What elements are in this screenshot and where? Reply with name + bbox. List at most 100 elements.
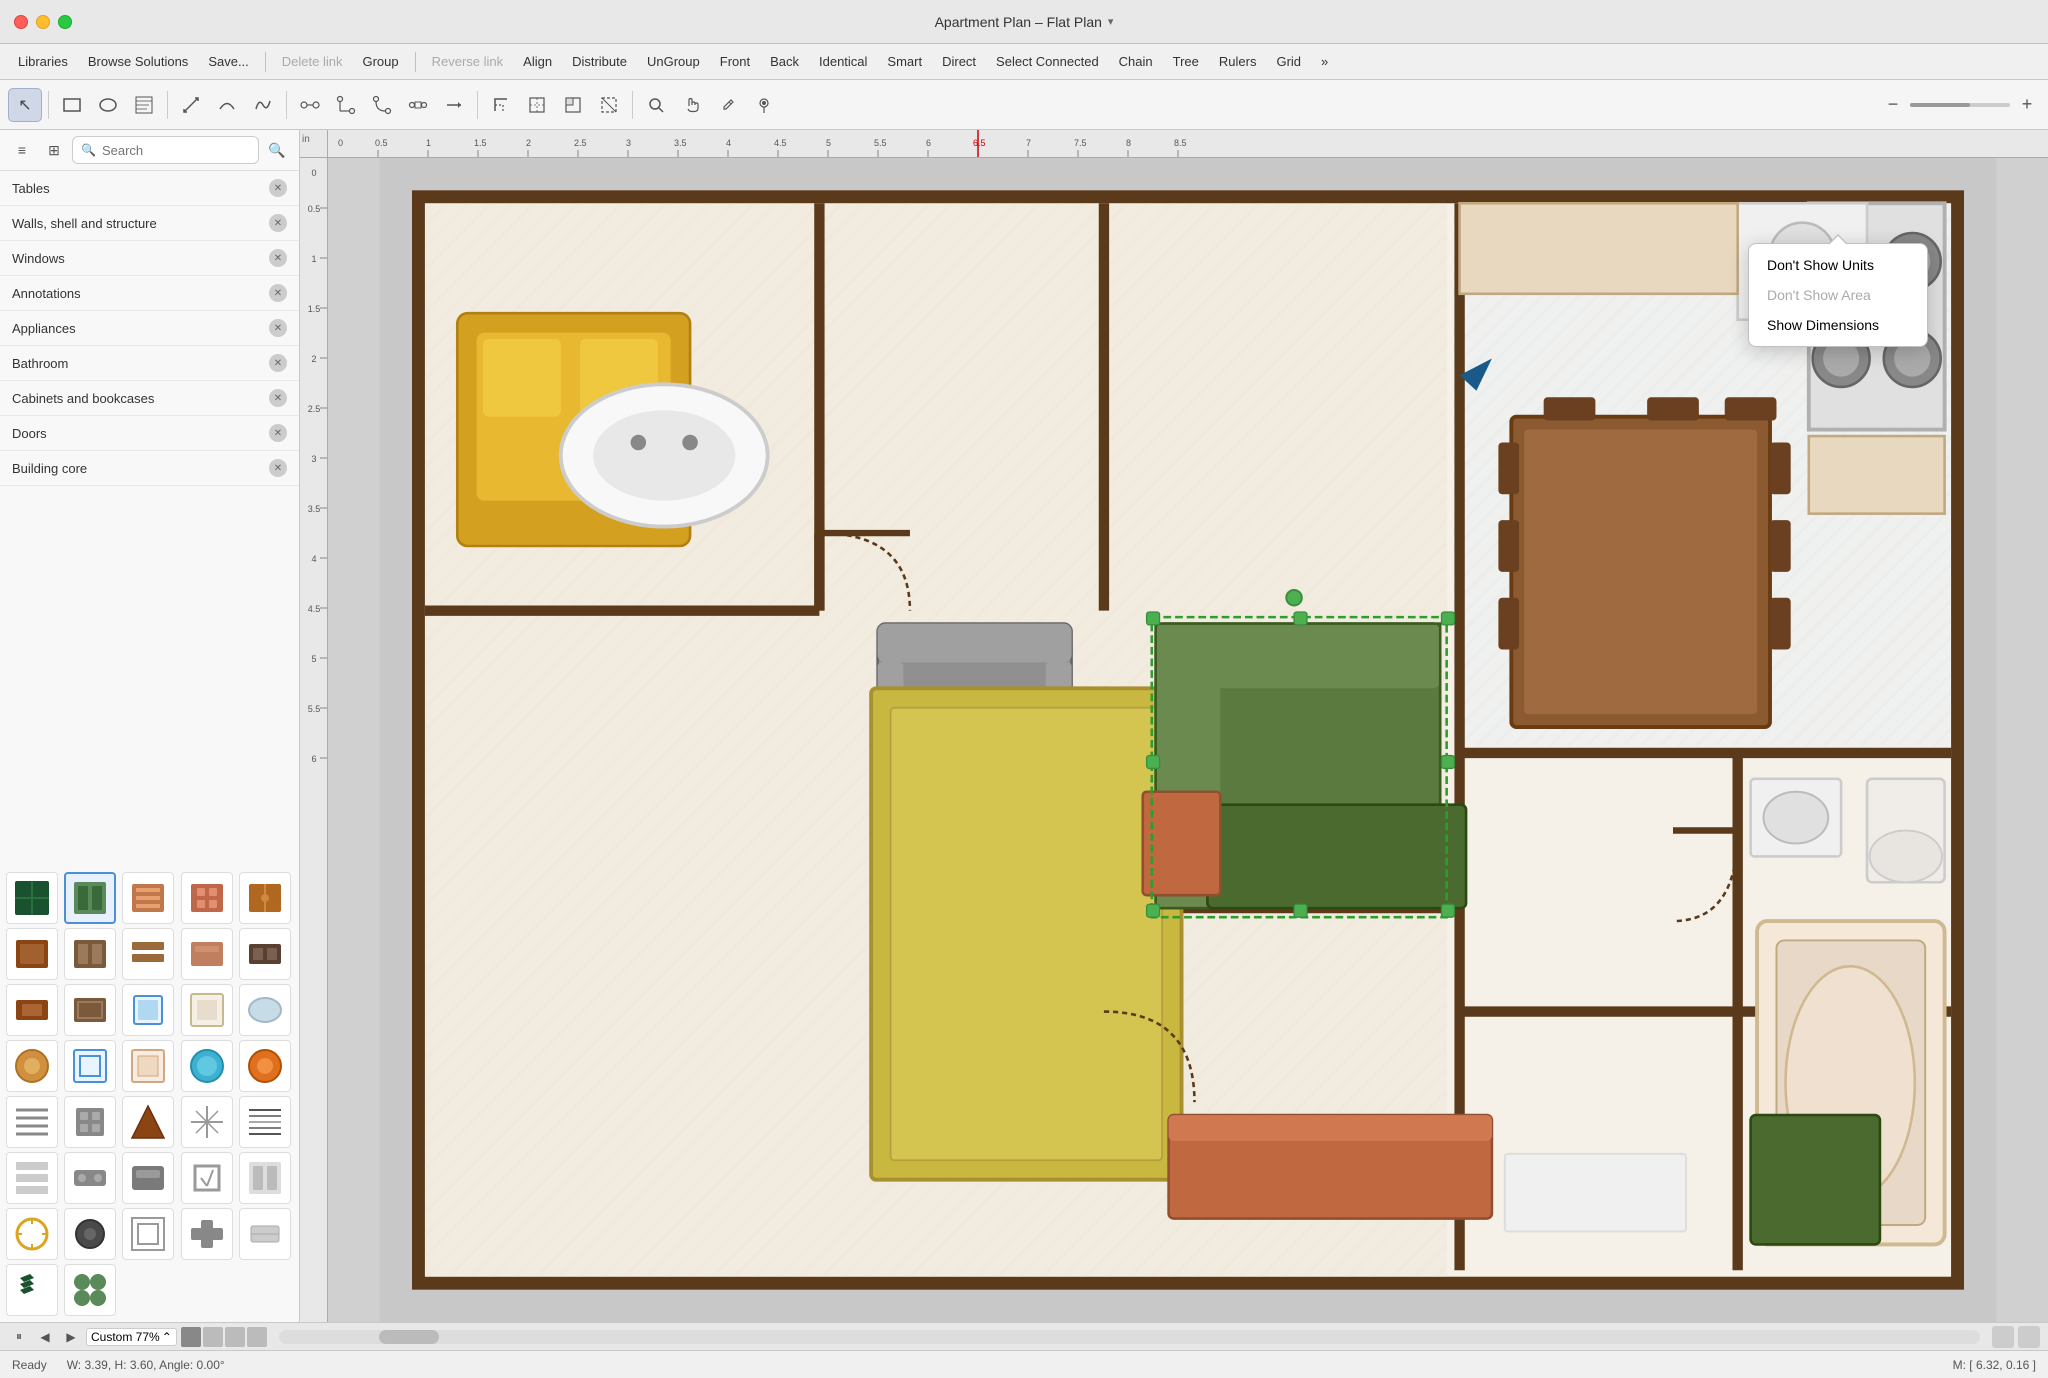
- tool-rect[interactable]: [55, 88, 89, 122]
- corner-btn-2[interactable]: [2018, 1326, 2040, 1348]
- menu-identical[interactable]: Identical: [811, 51, 875, 72]
- tool-search[interactable]: [639, 88, 673, 122]
- icon-cell-36[interactable]: [6, 1264, 58, 1316]
- menu-distribute[interactable]: Distribute: [564, 51, 635, 72]
- icon-cell-13[interactable]: [122, 984, 174, 1036]
- sidebar-item-cabinets[interactable]: Cabinets and bookcases ✕: [0, 381, 299, 416]
- remove-building-core-btn[interactable]: ✕: [269, 459, 287, 477]
- icon-cell-12[interactable]: [64, 984, 116, 1036]
- icon-cell-33[interactable]: [122, 1208, 174, 1260]
- icon-cell-5[interactable]: [239, 872, 291, 924]
- ctx-dont-show-area[interactable]: Don't Show Area: [1749, 280, 1927, 310]
- icon-cell-17[interactable]: [64, 1040, 116, 1092]
- close-button[interactable]: [14, 15, 28, 29]
- remove-bathroom-btn[interactable]: ✕: [269, 354, 287, 372]
- view-btn-2[interactable]: [203, 1327, 223, 1347]
- icon-cell-35[interactable]: [239, 1208, 291, 1260]
- sidebar-search-btn[interactable]: 🔍: [263, 136, 291, 164]
- icon-cell-4[interactable]: [181, 872, 233, 924]
- sidebar-grid-view-btn[interactable]: ⊞: [40, 136, 68, 164]
- menu-select-connected[interactable]: Select Connected: [988, 51, 1107, 72]
- icon-cell-22[interactable]: [64, 1096, 116, 1148]
- scrollbar-thumb[interactable]: [379, 1330, 439, 1344]
- icon-cell-16[interactable]: [6, 1040, 58, 1092]
- icon-cell-8[interactable]: [122, 928, 174, 980]
- icon-cell-10[interactable]: [239, 928, 291, 980]
- icon-cell-14[interactable]: [181, 984, 233, 1036]
- remove-cabinets-btn[interactable]: ✕: [269, 389, 287, 407]
- sidebar-item-walls[interactable]: Walls, shell and structure ✕: [0, 206, 299, 241]
- search-input[interactable]: [102, 143, 250, 158]
- icon-cell-1[interactable]: [6, 872, 58, 924]
- tool-connect4[interactable]: [401, 88, 435, 122]
- ctx-dont-show-units[interactable]: Don't Show Units: [1749, 250, 1927, 280]
- remove-appliances-btn[interactable]: ✕: [269, 319, 287, 337]
- tool-text[interactable]: [127, 88, 161, 122]
- zoom-slider[interactable]: [1910, 103, 2010, 107]
- icon-cell-9[interactable]: [181, 928, 233, 980]
- icon-cell-26[interactable]: [6, 1152, 58, 1204]
- tool-connect3[interactable]: [365, 88, 399, 122]
- zoom-out-button[interactable]: −: [1880, 92, 1906, 118]
- sidebar-item-annotations[interactable]: Annotations ✕: [0, 276, 299, 311]
- menu-delete-link[interactable]: Delete link: [274, 51, 351, 72]
- icon-cell-24[interactable]: [181, 1096, 233, 1148]
- tool-connect2[interactable]: [329, 88, 363, 122]
- menu-group[interactable]: Group: [354, 51, 406, 72]
- menu-rulers[interactable]: Rulers: [1211, 51, 1265, 72]
- icon-cell-27[interactable]: [64, 1152, 116, 1204]
- menu-more[interactable]: »: [1313, 51, 1336, 72]
- zoom-in-button[interactable]: +: [2014, 92, 2040, 118]
- icon-cell-29[interactable]: [181, 1152, 233, 1204]
- corner-btn-1[interactable]: [1992, 1326, 2014, 1348]
- icon-cell-37[interactable]: [64, 1264, 116, 1316]
- horizontal-scrollbar[interactable]: [279, 1330, 1980, 1344]
- menu-tree[interactable]: Tree: [1165, 51, 1207, 72]
- icon-cell-30[interactable]: [239, 1152, 291, 1204]
- tool-pen1[interactable]: [174, 88, 208, 122]
- icon-cell-11[interactable]: [6, 984, 58, 1036]
- tool-transform3[interactable]: [556, 88, 590, 122]
- menu-save[interactable]: Save...: [200, 51, 256, 72]
- tool-transform4[interactable]: [592, 88, 626, 122]
- sidebar-item-bathroom[interactable]: Bathroom ✕: [0, 346, 299, 381]
- next-page-btn[interactable]: ▶: [60, 1327, 82, 1347]
- menu-reverse-link[interactable]: Reverse link: [424, 51, 512, 72]
- tool-pen2[interactable]: [210, 88, 244, 122]
- tool-connect1[interactable]: [293, 88, 327, 122]
- tool-eyedrop[interactable]: [711, 88, 745, 122]
- icon-cell-2[interactable]: [64, 872, 116, 924]
- view-btn-1[interactable]: [181, 1327, 201, 1347]
- remove-annotations-btn[interactable]: ✕: [269, 284, 287, 302]
- tool-connect5[interactable]: [437, 88, 471, 122]
- maximize-button[interactable]: [58, 15, 72, 29]
- icon-cell-25[interactable]: [239, 1096, 291, 1148]
- sidebar-item-tables[interactable]: Tables ✕: [0, 171, 299, 206]
- sidebar-item-windows[interactable]: Windows ✕: [0, 241, 299, 276]
- menu-direct[interactable]: Direct: [934, 51, 984, 72]
- icon-cell-32[interactable]: [64, 1208, 116, 1260]
- zoom-selector[interactable]: Custom 77% ⌃: [86, 1328, 177, 1346]
- sidebar-item-doors[interactable]: Doors ✕: [0, 416, 299, 451]
- sidebar-item-appliances[interactable]: Appliances ✕: [0, 311, 299, 346]
- icon-cell-21[interactable]: [6, 1096, 58, 1148]
- menu-browse[interactable]: Browse Solutions: [80, 51, 196, 72]
- icon-cell-20[interactable]: [239, 1040, 291, 1092]
- menu-front[interactable]: Front: [712, 51, 758, 72]
- menu-smart[interactable]: Smart: [879, 51, 930, 72]
- sidebar-item-building-core[interactable]: Building core ✕: [0, 451, 299, 486]
- tool-pin[interactable]: [747, 88, 781, 122]
- tool-pen3[interactable]: [246, 88, 280, 122]
- view-btn-4[interactable]: [247, 1327, 267, 1347]
- menu-grid[interactable]: Grid: [1268, 51, 1309, 72]
- tool-transform1[interactable]: [484, 88, 518, 122]
- icon-cell-3[interactable]: [122, 872, 174, 924]
- tool-transform2[interactable]: [520, 88, 554, 122]
- remove-tables-btn[interactable]: ✕: [269, 179, 287, 197]
- prev-page-btn[interactable]: ◀: [34, 1327, 56, 1347]
- pause-btn[interactable]: ⏸: [8, 1327, 30, 1347]
- menu-back[interactable]: Back: [762, 51, 807, 72]
- icon-cell-19[interactable]: [181, 1040, 233, 1092]
- remove-walls-btn[interactable]: ✕: [269, 214, 287, 232]
- canvas-area[interactable]: in 0 0.5 1 1.5 2 2.5 3: [300, 130, 2048, 1322]
